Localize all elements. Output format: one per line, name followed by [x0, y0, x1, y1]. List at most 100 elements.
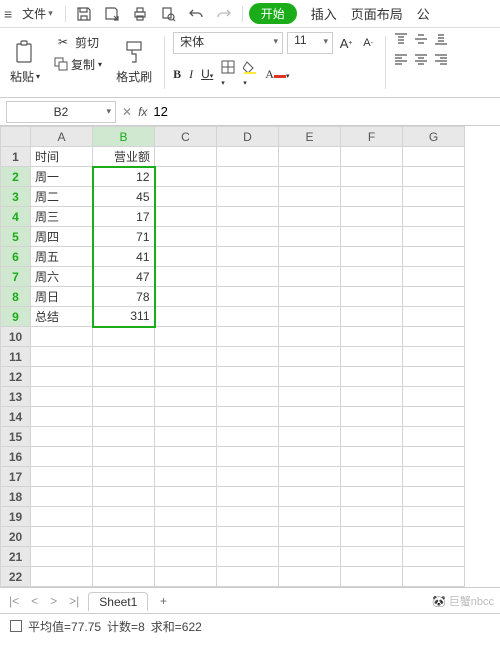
cell-E23[interactable] [279, 587, 341, 589]
col-header-D[interactable]: D [217, 127, 279, 147]
sheet-tab-1[interactable]: Sheet1 [88, 592, 148, 611]
cell-A4[interactable]: 周三 [31, 207, 93, 227]
cell-A22[interactable] [31, 567, 93, 587]
sheet-nav-prev-icon[interactable]: < [28, 594, 41, 608]
cell-D2[interactable] [217, 167, 279, 187]
cell-F22[interactable] [341, 567, 403, 587]
cell-F6[interactable] [341, 247, 403, 267]
format-painter-button[interactable]: 格式刷 [112, 32, 156, 93]
align-center-icon[interactable] [414, 52, 428, 66]
cell-F7[interactable] [341, 267, 403, 287]
cell-F11[interactable] [341, 347, 403, 367]
cell-E5[interactable] [279, 227, 341, 247]
save-as-icon[interactable] [100, 2, 124, 26]
cell-E6[interactable] [279, 247, 341, 267]
col-header-F[interactable]: F [341, 127, 403, 147]
cell-D6[interactable] [217, 247, 279, 267]
cell-B3[interactable]: 45 [93, 187, 155, 207]
cell-F12[interactable] [341, 367, 403, 387]
cell-G9[interactable] [403, 307, 465, 327]
cell-A2[interactable]: 周一 [31, 167, 93, 187]
cell-A8[interactable]: 周日 [31, 287, 93, 307]
row-header-20[interactable]: 20 [1, 527, 31, 547]
cell-E17[interactable] [279, 467, 341, 487]
font-size-select[interactable]: 11 [287, 32, 333, 54]
cell-D10[interactable] [217, 327, 279, 347]
cell-G3[interactable] [403, 187, 465, 207]
cell-D12[interactable] [217, 367, 279, 387]
align-left-icon[interactable] [394, 52, 408, 66]
cell-C22[interactable] [155, 567, 217, 587]
cell-G15[interactable] [403, 427, 465, 447]
cell-C4[interactable] [155, 207, 217, 227]
cell-C20[interactable] [155, 527, 217, 547]
cell-A12[interactable] [31, 367, 93, 387]
cell-D14[interactable] [217, 407, 279, 427]
cell-A19[interactable] [31, 507, 93, 527]
cell-G14[interactable] [403, 407, 465, 427]
cell-E11[interactable] [279, 347, 341, 367]
cell-F9[interactable] [341, 307, 403, 327]
cell-E13[interactable] [279, 387, 341, 407]
cell-G19[interactable] [403, 507, 465, 527]
cell-G13[interactable] [403, 387, 465, 407]
cell-D16[interactable] [217, 447, 279, 467]
cell-B13[interactable] [93, 387, 155, 407]
cell-G20[interactable] [403, 527, 465, 547]
sheet-nav-last-icon[interactable]: >| [66, 594, 82, 608]
cell-C6[interactable] [155, 247, 217, 267]
row-header-3[interactable]: 3 [1, 187, 31, 207]
cell-C17[interactable] [155, 467, 217, 487]
row-header-12[interactable]: 12 [1, 367, 31, 387]
align-top-icon[interactable] [394, 32, 408, 46]
row-header-23[interactable]: 23 [1, 587, 31, 589]
cell-C1[interactable] [155, 147, 217, 167]
cell-F1[interactable] [341, 147, 403, 167]
cell-F5[interactable] [341, 227, 403, 247]
sheet-nav-first-icon[interactable]: |< [6, 594, 22, 608]
row-header-5[interactable]: 5 [1, 227, 31, 247]
cell-C18[interactable] [155, 487, 217, 507]
cancel-formula-icon[interactable]: ✕ [122, 105, 132, 119]
col-header-A[interactable]: A [31, 127, 93, 147]
font-family-select[interactable]: 宋体 [173, 32, 283, 54]
cell-A11[interactable] [31, 347, 93, 367]
cell-B11[interactable] [93, 347, 155, 367]
cell-E14[interactable] [279, 407, 341, 427]
cut-button[interactable]: ✂ 剪切 [50, 32, 106, 52]
cell-C19[interactable] [155, 507, 217, 527]
cell-F10[interactable] [341, 327, 403, 347]
cell-C15[interactable] [155, 427, 217, 447]
cell-B16[interactable] [93, 447, 155, 467]
cell-B7[interactable]: 47 [93, 267, 155, 287]
paste-button[interactable]: 粘贴▾ [6, 32, 44, 93]
cell-F21[interactable] [341, 547, 403, 567]
cell-G17[interactable] [403, 467, 465, 487]
row-header-16[interactable]: 16 [1, 447, 31, 467]
cell-C14[interactable] [155, 407, 217, 427]
cell-A20[interactable] [31, 527, 93, 547]
cell-E16[interactable] [279, 447, 341, 467]
underline-button[interactable]: U▾ [201, 67, 213, 81]
align-middle-icon[interactable] [414, 32, 428, 46]
cell-B14[interactable] [93, 407, 155, 427]
cell-F20[interactable] [341, 527, 403, 547]
tab-layout[interactable]: 页面布局 [351, 4, 403, 23]
row-header-18[interactable]: 18 [1, 487, 31, 507]
cell-B5[interactable]: 71 [93, 227, 155, 247]
cell-C5[interactable] [155, 227, 217, 247]
spreadsheet-grid[interactable]: ABCDEFG1时间营业额2周一123周二454周三175周四716周五417周… [0, 126, 500, 588]
cell-E9[interactable] [279, 307, 341, 327]
cell-G1[interactable] [403, 147, 465, 167]
cell-F14[interactable] [341, 407, 403, 427]
cell-F17[interactable] [341, 467, 403, 487]
row-header-10[interactable]: 10 [1, 327, 31, 347]
font-color-button[interactable]: A▾ [265, 67, 289, 82]
cell-D13[interactable] [217, 387, 279, 407]
cell-C23[interactable] [155, 587, 217, 589]
cell-B19[interactable] [93, 507, 155, 527]
cell-E22[interactable] [279, 567, 341, 587]
cell-F19[interactable] [341, 507, 403, 527]
menu-icon[interactable]: ≡ [4, 6, 12, 22]
decrease-font-icon[interactable]: A- [359, 34, 377, 52]
